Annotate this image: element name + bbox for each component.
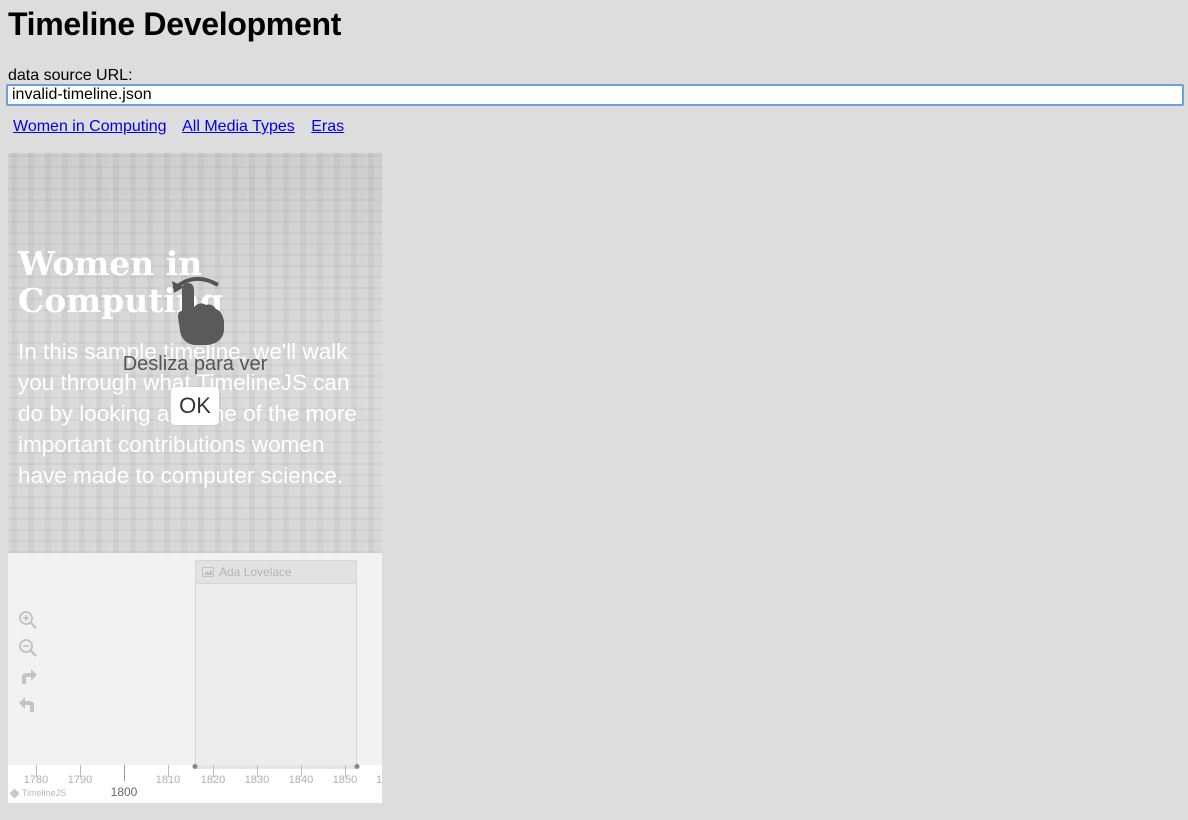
marker-header: Ada Lovelace [196,561,356,584]
title-slide[interactable]: Women in Computing In this sample timeli… [8,153,382,553]
axis-marker-dot [354,764,360,769]
axis-marker-dot [192,764,198,769]
slide-title: Women in Computing [18,244,224,320]
axis-tick-label: 1 [375,774,382,786]
forward-icon[interactable] [18,666,38,686]
data-source-label: data source URL: [8,67,133,84]
page-title: Timeline Development [8,6,342,42]
axis-tick-label: 1810 [155,774,181,786]
zoom-tools [18,610,38,722]
ok-button[interactable]: OK [171,387,219,425]
axis-tick-label: 1780 [23,774,49,786]
timeline-embed[interactable]: Women in Computing In this sample timeli… [8,153,382,803]
data-source-input[interactable] [6,84,1184,106]
axis-major-tick-label: 1800 [110,785,138,799]
time-axis[interactable]: 1780 1790 1800 1810 1820 1830 1840 1850 … [8,764,382,803]
axis-tick-label: 1840 [288,774,314,786]
sample-links: Women in Computing All Media Types Eras [13,118,356,136]
image-icon [202,567,214,577]
axis-visible-range [195,765,358,769]
swipe-message: Desliza para ver [122,353,268,375]
zoom-out-icon[interactable] [18,638,38,658]
timelinejs-logo-icon [9,788,20,798]
axis-tick-label: 1820 [200,774,226,786]
link-women-in-computing[interactable]: Women in Computing [13,118,167,135]
link-all-media-types[interactable]: All Media Types [182,118,295,135]
link-eras[interactable]: Eras [311,118,344,135]
timeline-marker[interactable]: Ada Lovelace [195,560,357,767]
marker-label: Ada Lovelace [219,565,292,579]
zoom-in-icon[interactable] [18,610,38,630]
axis-tick-label: 1790 [67,774,93,786]
axis-tick-label: 1830 [244,774,270,786]
axis-major-tick [124,765,125,781]
axis-tick-label: 1850 [332,774,358,786]
brand-label: TimelineJS [22,788,67,798]
swipe-hand-icon [172,277,224,345]
timelinejs-brand[interactable]: TimelineJS [9,788,67,798]
back-icon[interactable] [18,694,38,714]
